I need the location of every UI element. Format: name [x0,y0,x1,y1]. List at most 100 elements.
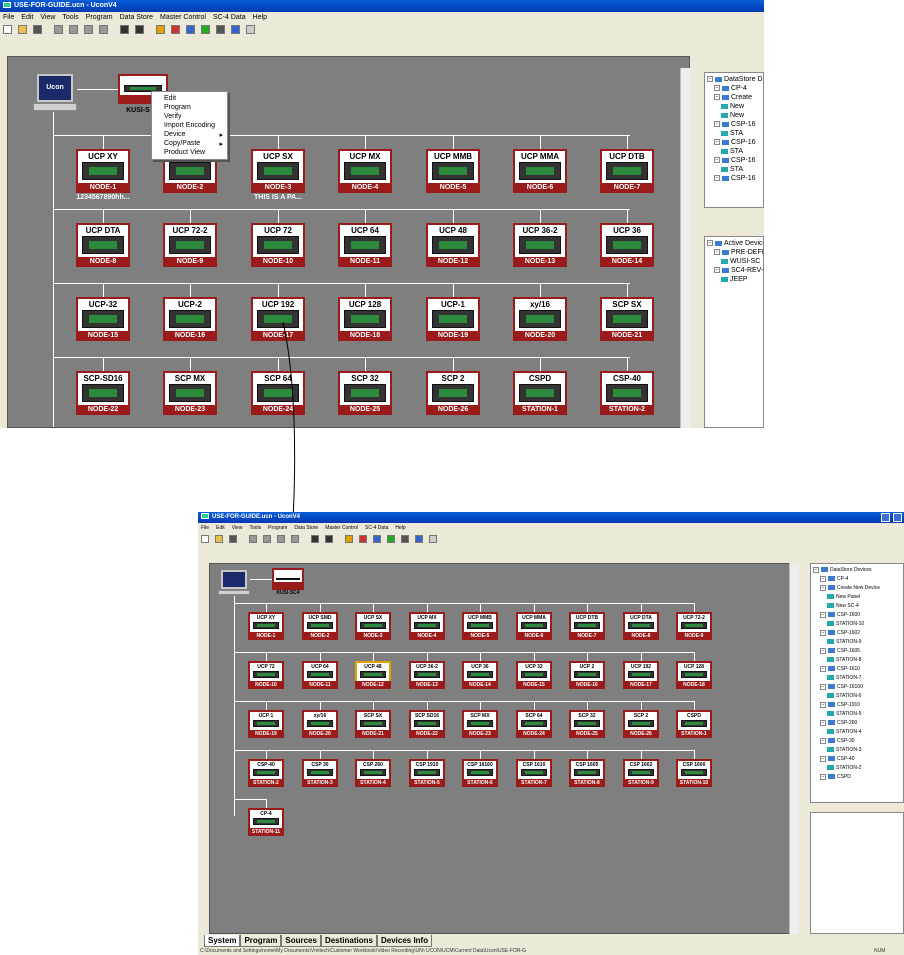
export-icon[interactable] [415,535,423,543]
device-panel[interactable]: UCP 192 NODE-17 [623,661,659,689]
device-panel[interactable]: UCP 48 NODE-12 [426,223,480,267]
device-icon[interactable] [156,25,165,34]
tree-item[interactable]: WUSI-SC [707,257,761,266]
menu-file[interactable]: File [3,14,14,21]
tree-item[interactable]: − PRE-DEFINED [707,248,763,257]
program-icon[interactable] [359,535,367,543]
maximize-button[interactable] [893,513,902,522]
menu-program[interactable]: Program [268,525,287,531]
menu-view[interactable]: View [232,525,243,531]
cut-icon[interactable] [54,25,63,34]
device-panel[interactable]: SCP SX NODE-21 [600,297,654,341]
device-panel[interactable]: SCP MX NODE-23 [163,371,217,415]
tree-item[interactable]: STATION-10 [813,620,901,629]
menu-help[interactable]: Help [395,525,405,531]
tree-expander-icon[interactable]: − [820,629,826,636]
tree-item[interactable]: STATION-4 [813,728,901,737]
device-panel[interactable]: CP-4 STATION-11 [248,808,284,836]
tree-item[interactable]: STATION-7 [813,674,901,683]
minimize-button[interactable] [881,513,890,522]
tree-item[interactable]: − CSPD [813,773,901,782]
device-panel[interactable]: CSP 1910 STATION-5 [409,759,445,787]
tree-expander-icon[interactable]: − [820,737,826,744]
device-panel[interactable]: UCP 36-2 NODE-13 [513,223,567,267]
device-panel[interactable]: UCP 64 NODE-11 [302,661,338,689]
device-panel[interactable]: xy/16 NODE-20 [302,710,338,738]
device-panel[interactable]: UCP 72 NODE-10 [248,661,284,689]
bottom-active-devices-panel[interactable] [810,812,904,934]
device-panel[interactable]: UCP 36 NODE-14 [600,223,654,267]
top-system-canvas[interactable]: Ucon KUSI-S UCP XY NODE-1 1234567890hh... NOD… [7,56,690,428]
tree-item[interactable]: STATION-2 [813,764,901,773]
tree-expander-icon[interactable]: − [813,566,819,573]
tree-item[interactable]: STATION-5 [813,710,901,719]
device-panel[interactable]: SCP 32 NODE-25 [569,710,605,738]
check-icon[interactable] [201,25,210,34]
pointer-icon[interactable] [120,25,129,34]
tree-item[interactable]: STA [707,165,761,174]
context-menu-item-edit[interactable]: Edit [152,94,227,103]
menu-data-store[interactable]: Data Store [120,14,153,21]
device-panel[interactable]: UCP MMB NODE-5 [462,612,498,640]
device-panel[interactable]: SCP 32 NODE-25 [338,371,392,415]
tree-item[interactable]: − Active Devices o [707,239,763,248]
save-icon[interactable] [33,25,42,34]
menu-program[interactable]: Program [86,14,113,21]
tab-sources[interactable]: Sources [281,935,321,947]
device-panel[interactable]: CSP-40 STATION-2 [248,759,284,787]
tree-expander-icon[interactable]: − [714,249,720,256]
device-panel[interactable]: UCP SX NODE-3 [251,149,305,193]
tree-item[interactable]: − CSP-1602 [813,629,901,638]
tab-devices-info[interactable]: Devices Info [376,935,433,947]
tree-item[interactable]: − DataStore D [707,75,763,84]
tree-item[interactable]: − DataStore Devices [813,566,901,575]
note-icon[interactable] [429,535,437,543]
tree-expander-icon[interactable]: − [820,665,826,672]
device-panel[interactable]: UCP MMB NODE-5 [426,149,480,193]
host-computer-icon[interactable] [218,570,250,596]
tree-expander-icon[interactable]: − [714,94,720,101]
tree-expander-icon[interactable]: − [820,611,826,618]
tree-expander-icon[interactable]: − [820,584,826,591]
tab-system[interactable]: System [204,935,241,947]
device-panel[interactable] [272,568,304,590]
menu-master-control[interactable]: Master Control [160,14,206,21]
tree-expander-icon[interactable]: − [820,647,826,654]
tree-item[interactable]: STATION-6 [813,692,901,701]
new-icon[interactable] [3,25,12,34]
tab-destinations[interactable]: Destinations [320,935,377,947]
wrap-icon[interactable] [373,535,381,543]
bottom-datastore-tree[interactable]: − DataStore Devices − CP-4− Create New Devic… [810,563,904,803]
context-menu-item-copy-paste[interactable]: Copy/Paste ▸ [152,139,227,148]
device-panel[interactable]: UCP-1 NODE-19 [426,297,480,341]
tree-item[interactable]: − CSP-16160 [813,683,901,692]
device-panel[interactable]: CSP 260 STATION-4 [355,759,391,787]
pointer-icon[interactable] [311,535,319,543]
menu-tools[interactable]: Tools [62,14,78,21]
tree-item[interactable]: STA [707,129,761,138]
tree-item[interactable]: New SC-4 [813,602,901,611]
menu-data-store[interactable]: Data Store [294,525,318,531]
copy-icon[interactable] [263,535,271,543]
context-menu-item-verify[interactable]: Verify [152,112,227,121]
device-panel[interactable]: UCP 72-2 NODE-9 [163,223,217,267]
new-icon[interactable] [201,535,209,543]
context-menu-item-import-encoding[interactable]: Import Encoding [152,121,227,130]
device-panel[interactable]: CSP 1605 STATION-8 [569,759,605,787]
tree-expander-icon[interactable]: − [820,773,826,780]
tree-expander-icon[interactable]: − [820,719,826,726]
help-icon[interactable] [325,535,333,543]
tree-item[interactable]: − CP-4 [707,84,761,93]
device-panel[interactable]: SCP 2 NODE-26 [623,710,659,738]
device-panel[interactable]: UCP SX NODE-3 [355,612,391,640]
device-panel[interactable]: UCP XY NODE-1 [76,149,130,193]
tree-expander-icon[interactable]: − [714,139,720,146]
menu-master-control[interactable]: Master Control [325,525,358,531]
tree-expander-icon[interactable]: − [714,85,720,92]
device-panel[interactable]: UCP MMA NODE-6 [513,149,567,193]
device-panel[interactable]: SCP 2 NODE-26 [426,371,480,415]
wrap-icon[interactable] [186,25,195,34]
device-panel[interactable]: UCP 32 NODE-15 [516,661,552,689]
menu-edit[interactable]: Edit [21,14,33,21]
tree-item[interactable]: − CSP-30 [813,737,901,746]
